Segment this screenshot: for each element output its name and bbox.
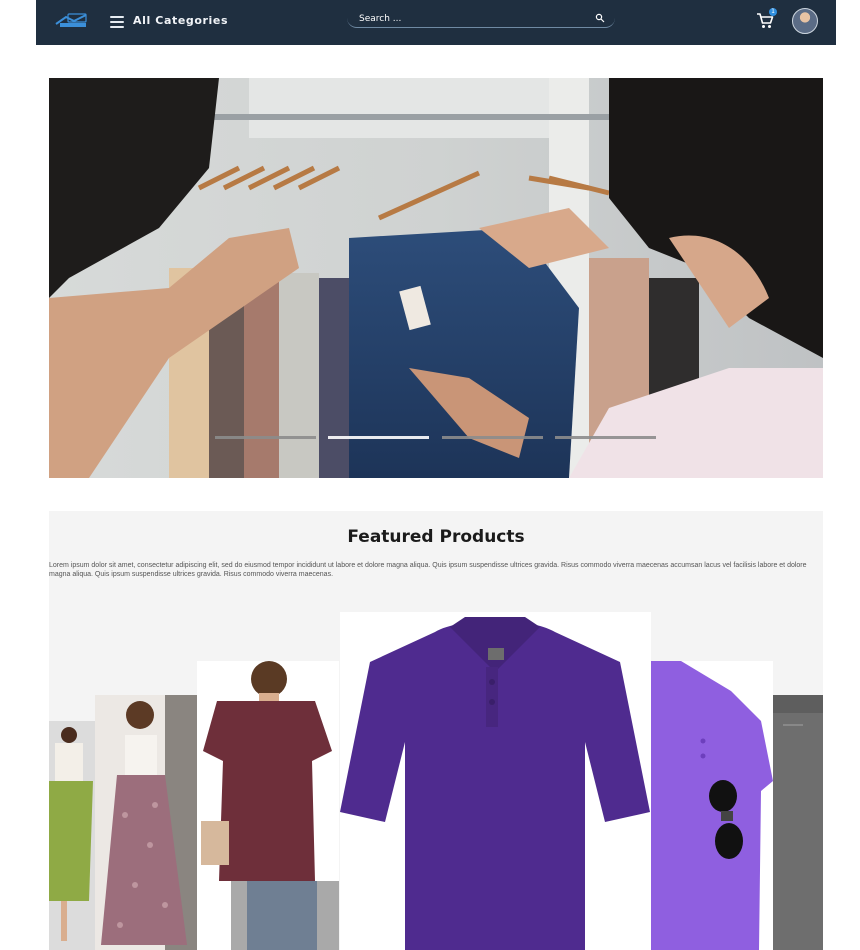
- slide-indicator-3[interactable]: [442, 436, 543, 439]
- hero-image: [49, 78, 823, 478]
- slide-indicator-4[interactable]: [555, 436, 656, 439]
- search-icon[interactable]: [595, 13, 605, 23]
- top-navigation-bar: All Categories Search ... 1: [36, 0, 836, 45]
- featured-products-description: Lorem ipsum dolor sit amet, consectetur …: [49, 562, 807, 578]
- featured-products-section: Featured Products Lorem ipsum dolor sit …: [49, 511, 823, 950]
- product-card[interactable]: [340, 612, 651, 950]
- product-card[interactable]: [95, 695, 197, 950]
- all-categories-button[interactable]: All Categories: [133, 14, 228, 27]
- product-image-floral-skirt: [95, 695, 197, 950]
- featured-products-title: Featured Products: [347, 527, 525, 547]
- slider-indicators: [215, 436, 657, 439]
- search-bar[interactable]: Search ...: [347, 12, 615, 28]
- logo-icon[interactable]: [54, 12, 90, 30]
- hero-banner-slider[interactable]: [49, 78, 823, 478]
- product-image-lavender-polo: [651, 661, 773, 950]
- cart-count-badge: 1: [769, 8, 777, 16]
- product-card[interactable]: [651, 661, 773, 950]
- product-image-maroon-top: [197, 661, 339, 950]
- slide-indicator-1[interactable]: [215, 436, 316, 439]
- product-image-gray-pants: [773, 695, 823, 950]
- user-avatar[interactable]: [792, 8, 818, 34]
- search-input[interactable]: Search ...: [359, 14, 401, 24]
- hamburger-menu-icon[interactable]: [110, 16, 124, 28]
- product-image-purple-polo: [340, 612, 651, 950]
- product-card[interactable]: [773, 695, 823, 950]
- product-card[interactable]: [49, 721, 95, 950]
- slide-indicator-2[interactable]: [328, 436, 429, 439]
- product-card[interactable]: [197, 661, 339, 950]
- product-image-green-skirt: [49, 721, 95, 950]
